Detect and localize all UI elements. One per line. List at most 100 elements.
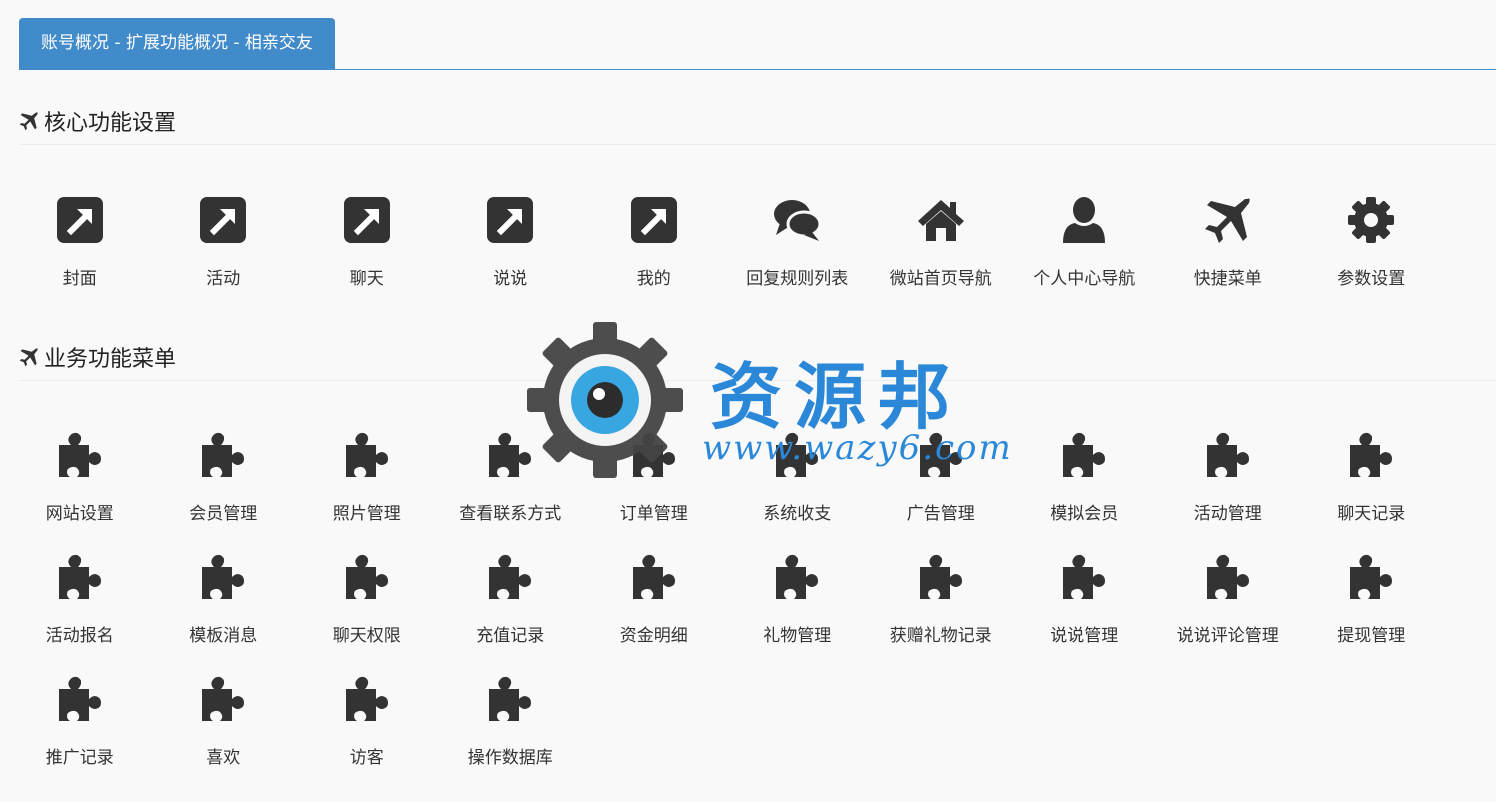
core-function-grid: 封面 活动 聊天 说说 我的 回复规则列表 微站首页导航 个人中心导航 快捷菜单 参数设置	[8, 172, 1443, 294]
puzzle-icon	[484, 552, 536, 604]
menu-item-label: 封面	[62, 269, 97, 289]
section-core-title: 核心功能设置	[44, 111, 177, 136]
menu-item[interactable]: 推广记录	[8, 650, 152, 772]
menu-item[interactable]: 系统收支	[726, 406, 870, 528]
puzzle-icon	[1058, 430, 1110, 482]
menu-item-label: 提现管理	[1337, 626, 1406, 646]
menu-item-label: 喜欢	[206, 748, 241, 768]
menu-item-label: 照片管理	[332, 504, 401, 524]
menu-item-label: 我的	[636, 269, 671, 289]
menu-item-label: 聊天记录	[1337, 504, 1406, 524]
menu-item-label: 说说评论管理	[1176, 626, 1279, 646]
section-business-title: 业务功能菜单	[44, 347, 177, 372]
menu-item[interactable]: 模拟会员	[1013, 406, 1157, 528]
menu-item[interactable]: 回复规则列表	[726, 172, 870, 294]
puzzle-icon	[1345, 552, 1397, 604]
menu-item-label: 聊天权限	[332, 626, 401, 646]
menu-item[interactable]: 资金明细	[582, 528, 726, 650]
section-core-header: 核心功能设置	[19, 98, 1496, 145]
menu-item-label: 微站首页导航	[889, 269, 992, 289]
gear-icon	[1345, 194, 1397, 246]
menu-item-label: 活动报名	[45, 626, 114, 646]
external-link-icon	[197, 194, 249, 246]
puzzle-icon	[628, 430, 680, 482]
menu-item[interactable]: 聊天	[295, 172, 439, 294]
menu-item[interactable]: 活动管理	[1156, 406, 1300, 528]
menu-item[interactable]: 订单管理	[582, 406, 726, 528]
menu-item[interactable]: 聊天记录	[1300, 406, 1444, 528]
tab-bar: 账号概况 - 扩展功能概况 - 相亲交友	[19, 18, 1496, 70]
puzzle-icon	[1345, 430, 1397, 482]
menu-item-label: 礼物管理	[763, 626, 832, 646]
menu-item[interactable]: 参数设置	[1300, 172, 1444, 294]
puzzle-icon	[341, 552, 393, 604]
puzzle-icon	[1202, 552, 1254, 604]
menu-item[interactable]: 照片管理	[295, 406, 439, 528]
menu-item-label: 操作数据库	[467, 748, 553, 768]
puzzle-icon	[915, 552, 967, 604]
menu-item[interactable]: 说说评论管理	[1156, 528, 1300, 650]
menu-item-label: 获赠礼物记录	[889, 626, 992, 646]
puzzle-icon	[628, 552, 680, 604]
menu-item-label: 充值记录	[476, 626, 545, 646]
menu-item[interactable]: 提现管理	[1300, 528, 1444, 650]
menu-item-label: 活动	[206, 269, 241, 289]
menu-item[interactable]: 获赠礼物记录	[869, 528, 1013, 650]
user-icon	[1058, 194, 1110, 246]
menu-item[interactable]: 网站设置	[8, 406, 152, 528]
external-link-icon	[54, 194, 106, 246]
plane-icon	[19, 111, 39, 131]
menu-item[interactable]: 个人中心导航	[1013, 172, 1157, 294]
puzzle-icon	[484, 430, 536, 482]
chat-bubbles-icon	[771, 194, 823, 246]
menu-item-label: 模板消息	[189, 626, 258, 646]
menu-item-label: 推广记录	[45, 748, 114, 768]
menu-item[interactable]: 访客	[295, 650, 439, 772]
menu-item[interactable]: 我的	[582, 172, 726, 294]
puzzle-icon	[1202, 430, 1254, 482]
tab-account-overview[interactable]: 账号概况 - 扩展功能概况 - 相亲交友	[19, 18, 335, 69]
menu-item-label: 访客	[349, 748, 384, 768]
menu-item[interactable]: 聊天权限	[295, 528, 439, 650]
menu-item[interactable]: 广告管理	[869, 406, 1013, 528]
menu-item[interactable]: 说说管理	[1013, 528, 1157, 650]
puzzle-icon	[54, 674, 106, 726]
menu-item-label: 模拟会员	[1050, 504, 1119, 524]
menu-item[interactable]: 封面	[8, 172, 152, 294]
puzzle-icon	[197, 674, 249, 726]
menu-item[interactable]: 礼物管理	[726, 528, 870, 650]
menu-item-label: 个人中心导航	[1033, 269, 1136, 289]
external-link-icon	[341, 194, 393, 246]
menu-item[interactable]: 微站首页导航	[869, 172, 1013, 294]
menu-item[interactable]: 模板消息	[152, 528, 296, 650]
puzzle-icon	[915, 430, 967, 482]
menu-item-label: 广告管理	[906, 504, 975, 524]
menu-item[interactable]: 查看联系方式	[439, 406, 583, 528]
menu-item[interactable]: 快捷菜单	[1156, 172, 1300, 294]
puzzle-icon	[484, 674, 536, 726]
menu-item-label: 查看联系方式	[459, 504, 562, 524]
puzzle-icon	[1058, 552, 1110, 604]
puzzle-icon	[771, 430, 823, 482]
puzzle-icon	[341, 674, 393, 726]
menu-item[interactable]: 说说	[439, 172, 583, 294]
menu-item[interactable]: 会员管理	[152, 406, 296, 528]
menu-item[interactable]: 活动报名	[8, 528, 152, 650]
menu-item-label: 说说	[493, 269, 528, 289]
section-business-header: 业务功能菜单	[19, 334, 1496, 381]
plane-icon	[1202, 194, 1254, 246]
puzzle-icon	[771, 552, 823, 604]
puzzle-icon	[341, 430, 393, 482]
business-function-grid: 网站设置 会员管理 照片管理 查看联系方式 订单管理 系统收支 广告管理 模拟会员 活动管理 聊天…	[8, 406, 1443, 772]
menu-item-label: 活动管理	[1193, 504, 1262, 524]
external-link-icon	[628, 194, 680, 246]
menu-item[interactable]: 充值记录	[439, 528, 583, 650]
menu-item[interactable]: 操作数据库	[439, 650, 583, 772]
menu-item-label: 快捷菜单	[1193, 269, 1262, 289]
puzzle-icon	[54, 430, 106, 482]
menu-item[interactable]: 活动	[152, 172, 296, 294]
menu-item[interactable]: 喜欢	[152, 650, 296, 772]
menu-item-label: 说说管理	[1050, 626, 1119, 646]
puzzle-icon	[197, 430, 249, 482]
external-link-icon	[484, 194, 536, 246]
